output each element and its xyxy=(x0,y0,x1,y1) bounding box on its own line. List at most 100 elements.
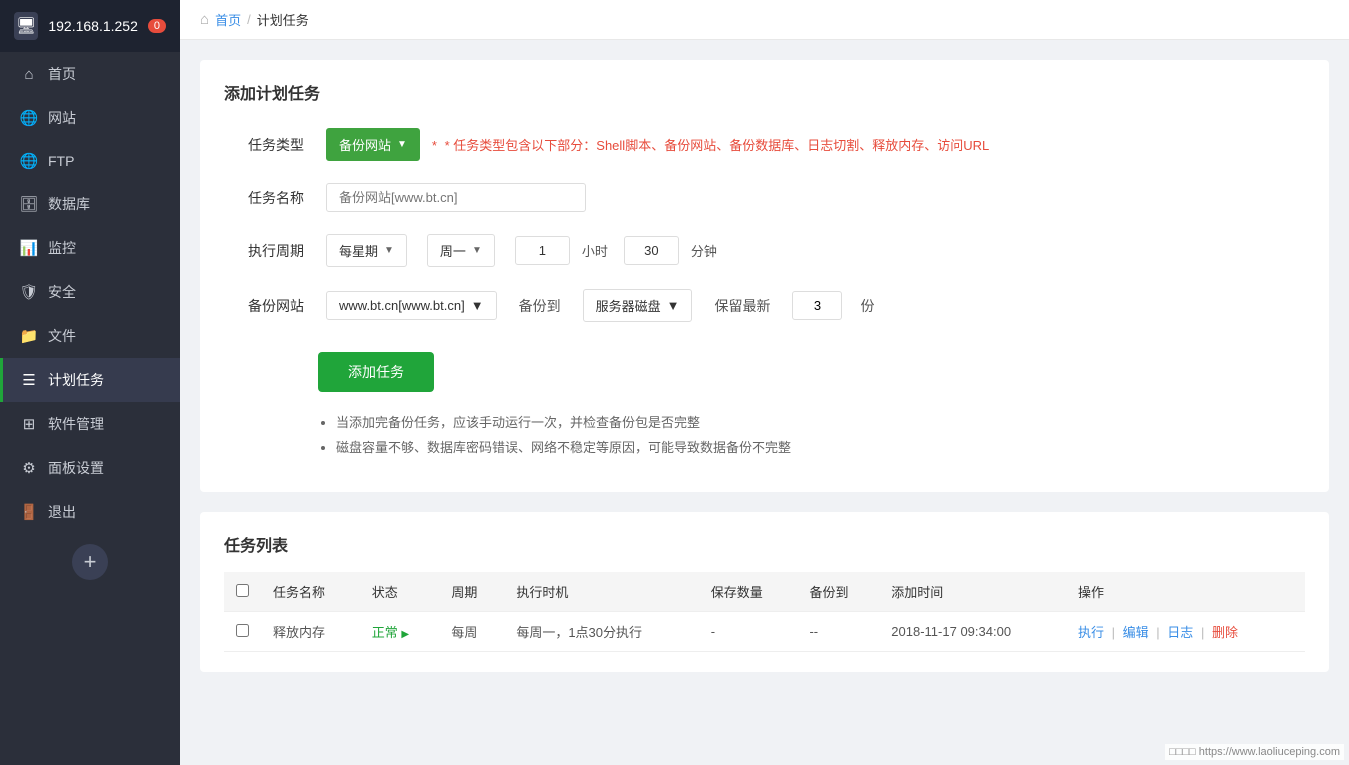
sidebar-item-home-label: 首页 xyxy=(48,64,76,84)
backup-to-label: 备份到 xyxy=(519,296,561,316)
sidebar-item-cron-label: 计划任务 xyxy=(48,370,104,390)
backup-site-arrow-icon: ▼ xyxy=(471,298,484,313)
play-icon: ▶ xyxy=(401,629,409,640)
col-add-time: 添加时间 xyxy=(879,572,1066,612)
monitor-icon: 🖥 xyxy=(14,12,38,40)
backup-site-value: www.bt.cn[www.bt.cn] xyxy=(339,298,465,313)
task-table-body: 释放内存 正常 ▶ 每周 每周一，1点30分执行 - -- 2018-11-17… xyxy=(224,612,1305,652)
cron-icon: ☰ xyxy=(20,371,38,389)
weekday-dropdown[interactable]: 周一 ▼ xyxy=(427,234,495,267)
add-button-row: 添加任务 xyxy=(224,344,1305,392)
backup-site-row: 备份网站 www.bt.cn[www.bt.cn] ▼ 备份到 服务器磁盘 ▼ … xyxy=(224,289,1305,322)
select-all-checkbox[interactable] xyxy=(236,584,249,597)
retain-label: 保留最新 xyxy=(714,296,770,316)
sidebar-item-home[interactable]: ⌂ 首页 xyxy=(0,52,180,96)
task-type-label: 任务类型 xyxy=(224,135,304,155)
settings-icon: ⚙ xyxy=(20,459,38,477)
task-name-label: 任务名称 xyxy=(224,188,304,208)
row-task-name: 释放内存 xyxy=(261,612,360,652)
row-add-time: 2018-11-17 09:34:00 xyxy=(879,612,1066,652)
sidebar-item-website[interactable]: 🌐 网站 xyxy=(0,96,180,140)
period-dropdown[interactable]: 每星期 ▼ xyxy=(326,234,407,267)
task-list-section: 任务列表 任务名称 状态 周期 执行时机 保存数量 备份到 添加时间 操 xyxy=(200,512,1329,672)
col-actions: 操作 xyxy=(1066,572,1305,612)
row-execution-time: 每周一，1点30分执行 xyxy=(504,612,698,652)
sidebar-add-button[interactable]: + xyxy=(72,544,108,580)
sidebar-item-ftp-label: FTP xyxy=(48,153,74,169)
add-task-button[interactable]: 添加任务 xyxy=(318,352,434,392)
action-sep-3: | xyxy=(1201,625,1204,640)
software-icon: ⊞ xyxy=(20,415,38,433)
add-task-title: 添加计划任务 xyxy=(224,80,1305,104)
breadcrumb-current: 计划任务 xyxy=(257,10,309,29)
sidebar-item-logout[interactable]: 🚪 退出 xyxy=(0,490,180,534)
execution-period-row: 执行周期 每星期 ▼ 周一 ▼ 小时 分钟 xyxy=(224,234,1305,267)
row-checkbox-cell[interactable] xyxy=(224,612,261,652)
col-task-name: 任务名称 xyxy=(261,572,360,612)
sidebar-item-files[interactable]: 📁 文件 xyxy=(0,314,180,358)
minute-input[interactable] xyxy=(624,236,679,265)
task-type-hint: * * 任务类型包含以下部分：Shell脚本、备份网站、备份数据库、日志切割、释… xyxy=(432,135,989,154)
sidebar-item-security[interactable]: 🛡 安全 xyxy=(0,270,180,314)
row-checkbox[interactable] xyxy=(236,624,249,637)
action-sep-1: | xyxy=(1112,625,1115,640)
monitor-nav-icon: 📊 xyxy=(20,239,38,257)
sidebar: 🖥 192.168.1.252 0 ⌂ 首页 🌐 网站 🌐 FTP 🗄 数据库 … xyxy=(0,0,180,765)
hour-input[interactable] xyxy=(515,236,570,265)
action-delete[interactable]: 删除 xyxy=(1212,625,1238,640)
files-icon: 📁 xyxy=(20,327,38,345)
hour-unit: 小时 xyxy=(582,241,608,260)
task-type-value: 备份网站 xyxy=(339,135,391,154)
table-header-checkbox[interactable] xyxy=(224,572,261,612)
note-item-2: 磁盘容量不够、数据库密码错误、网络不稳定等原因，可能导致数据备份不完整 xyxy=(336,437,1305,456)
period-value: 每星期 xyxy=(339,241,378,260)
action-run[interactable]: 执行 xyxy=(1078,625,1104,640)
sidebar-item-monitor[interactable]: 📊 监控 xyxy=(0,226,180,270)
breadcrumb-home-icon: ⌂ xyxy=(200,11,209,28)
task-type-dropdown[interactable]: 备份网站 ▼ xyxy=(326,128,420,161)
breadcrumb-home[interactable]: 首页 xyxy=(215,10,241,29)
task-name-input[interactable] xyxy=(326,183,586,212)
row-backup-to: -- xyxy=(797,612,879,652)
minute-unit: 分钟 xyxy=(691,241,717,260)
main-content: ⌂ 首页 / 计划任务 添加计划任务 任务类型 备份网站 ▼ * * 任务类型包… xyxy=(180,0,1349,765)
notes-section: 当添加完备份任务，应该手动运行一次，并检查备份包是否完整 磁盘容量不够、数据库密… xyxy=(224,412,1305,456)
backup-site-dropdown[interactable]: www.bt.cn[www.bt.cn] ▼ xyxy=(326,291,497,320)
task-list-title: 任务列表 xyxy=(224,532,1305,556)
notification-badge: 0 xyxy=(148,19,166,33)
table-header-row: 任务名称 状态 周期 执行时机 保存数量 备份到 添加时间 操作 xyxy=(224,572,1305,612)
note-item-1: 当添加完备份任务，应该手动运行一次，并检查备份包是否完整 xyxy=(336,412,1305,431)
breadcrumb: ⌂ 首页 / 计划任务 xyxy=(180,0,1349,40)
home-icon: ⌂ xyxy=(20,65,38,83)
retain-input[interactable] xyxy=(792,291,842,320)
sidebar-item-settings-label: 面板设置 xyxy=(48,458,104,478)
sidebar-item-monitor-label: 监控 xyxy=(48,238,76,258)
sidebar-item-software[interactable]: ⊞ 软件管理 xyxy=(0,402,180,446)
sidebar-item-ftp[interactable]: 🌐 FTP xyxy=(0,140,180,182)
col-backup-to: 备份到 xyxy=(797,572,879,612)
task-table: 任务名称 状态 周期 执行时机 保存数量 备份到 添加时间 操作 xyxy=(224,572,1305,652)
action-edit[interactable]: 编辑 xyxy=(1123,625,1149,640)
notes-list: 当添加完备份任务，应该手动运行一次，并检查备份包是否完整 磁盘容量不够、数据库密… xyxy=(318,412,1305,456)
server-ip: 192.168.1.252 xyxy=(48,18,138,34)
row-actions: 执行 | 编辑 | 日志 | 删除 xyxy=(1066,612,1305,652)
status-badge: 正常 xyxy=(372,625,398,640)
backup-dest-arrow-icon: ▼ xyxy=(667,298,680,313)
backup-dest-dropdown[interactable]: 服务器磁盘 ▼ xyxy=(583,289,693,322)
weekday-arrow-icon: ▼ xyxy=(472,245,482,256)
action-sep-2: | xyxy=(1156,625,1159,640)
table-row: 释放内存 正常 ▶ 每周 每周一，1点30分执行 - -- 2018-11-17… xyxy=(224,612,1305,652)
sidebar-item-security-label: 安全 xyxy=(48,282,76,302)
sidebar-item-cron[interactable]: ☰ 计划任务 xyxy=(0,358,180,402)
action-log[interactable]: 日志 xyxy=(1167,625,1193,640)
sidebar-item-database[interactable]: 🗄 数据库 xyxy=(0,182,180,226)
task-type-row: 任务类型 备份网站 ▼ * * 任务类型包含以下部分：Shell脚本、备份网站、… xyxy=(224,128,1305,161)
sidebar-item-settings[interactable]: ⚙ 面板设置 xyxy=(0,446,180,490)
website-icon: 🌐 xyxy=(20,109,38,127)
sidebar-item-logout-label: 退出 xyxy=(48,502,76,522)
col-status: 状态 xyxy=(360,572,440,612)
sidebar-item-website-label: 网站 xyxy=(48,108,76,128)
logout-icon: 🚪 xyxy=(20,503,38,521)
col-period: 周期 xyxy=(439,572,504,612)
row-status: 正常 ▶ xyxy=(360,612,440,652)
